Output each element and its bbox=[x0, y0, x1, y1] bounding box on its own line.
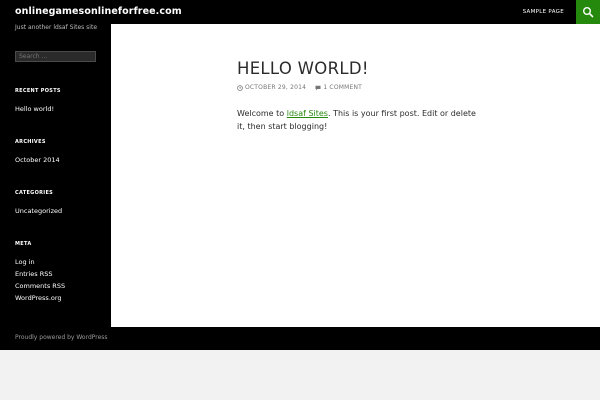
meta-link-entries-rss[interactable]: Entries RSS bbox=[15, 270, 52, 278]
search-input[interactable] bbox=[15, 51, 96, 62]
archive-link[interactable]: October 2014 bbox=[15, 156, 60, 164]
meta-link-wordpress-org[interactable]: WordPress.org bbox=[15, 294, 62, 302]
search-toggle-button[interactable] bbox=[576, 0, 600, 24]
post-body-prefix: Welcome to bbox=[237, 109, 287, 118]
footer-credit[interactable]: Proudly powered by WordPress bbox=[15, 334, 108, 341]
site-header: onlinegamesonlineforfree.com SAMPLE PAGE bbox=[0, 0, 600, 24]
post-comments-text: 1 COMMENT bbox=[323, 84, 363, 91]
site-title[interactable]: onlinegamesonlineforfree.com bbox=[15, 6, 182, 17]
comment-icon bbox=[315, 85, 321, 90]
widget-title-archives: ARCHIVES bbox=[15, 139, 46, 145]
site-footer: Proudly powered by WordPress bbox=[0, 327, 600, 350]
widget-title-meta: META bbox=[15, 241, 32, 247]
recent-post-link[interactable]: Hello world! bbox=[15, 105, 54, 113]
widget-title-categories: CATEGORIES bbox=[15, 190, 54, 196]
post-title[interactable]: HELLO WORLD! bbox=[237, 59, 369, 78]
post-body: Welcome to ldsaf Sites. This is your fir… bbox=[237, 108, 477, 133]
ldsaf-sites-link[interactable]: ldsaf Sites bbox=[287, 109, 328, 118]
nav-sample-page[interactable]: SAMPLE PAGE bbox=[517, 0, 570, 24]
post-date[interactable]: OCTOBER 29, 2014 bbox=[237, 84, 306, 91]
post-date-text: OCTOBER 29, 2014 bbox=[245, 84, 307, 91]
clock-icon bbox=[237, 84, 243, 91]
meta-link-comments-rss[interactable]: Comments RSS bbox=[15, 282, 65, 290]
category-link[interactable]: Uncategorized bbox=[15, 207, 62, 215]
main-content: HELLO WORLD! OCTOBER 29, 2014 1 COMMENT … bbox=[111, 24, 600, 327]
site-tagline: Just another ldsaf Sites site bbox=[15, 24, 98, 31]
search-icon bbox=[583, 7, 594, 18]
meta-link-login[interactable]: Log in bbox=[15, 258, 35, 266]
widget-title-recent-posts: RECENT POSTS bbox=[15, 88, 61, 94]
sidebar: Just another ldsaf Sites site RECENT POS… bbox=[0, 24, 111, 327]
post-comments-link[interactable]: 1 COMMENT bbox=[315, 84, 362, 91]
post-meta: OCTOBER 29, 2014 1 COMMENT bbox=[237, 84, 362, 93]
